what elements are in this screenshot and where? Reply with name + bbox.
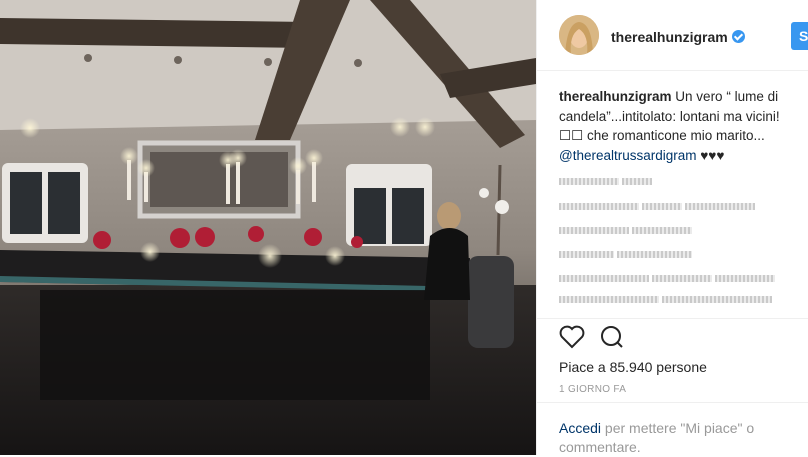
post-sidebar: therealhunzigram S therealhunzigram Un v… bbox=[536, 0, 808, 455]
hearts-emoji: ♥♥♥ bbox=[700, 147, 725, 163]
blurred-comment bbox=[559, 269, 789, 282]
blurred-comment bbox=[559, 221, 789, 234]
blurred-comment bbox=[559, 197, 789, 210]
username-link[interactable]: therealhunzigram bbox=[611, 29, 745, 45]
comment-icon[interactable] bbox=[599, 325, 625, 354]
mention-link[interactable]: @therealtrussardigram bbox=[559, 148, 697, 163]
post-photo[interactable] bbox=[0, 0, 536, 455]
heart-icon[interactable] bbox=[559, 325, 585, 354]
post-header: therealhunzigram S bbox=[537, 0, 808, 71]
blurred-comment bbox=[559, 172, 789, 185]
username-text[interactable]: therealhunzigram bbox=[611, 29, 728, 45]
login-link[interactable]: Accedi bbox=[559, 420, 601, 436]
avatar-image bbox=[559, 15, 599, 55]
blurred-comment bbox=[559, 245, 789, 258]
candlelight-dinner-image bbox=[0, 0, 536, 455]
likes-count[interactable]: Piace a 85.940 persone bbox=[559, 359, 707, 375]
follow-button[interactable]: S bbox=[791, 22, 808, 50]
login-prompt: Accedi per mettere "Mi piace" o commenta… bbox=[537, 402, 808, 455]
verified-badge-icon bbox=[731, 30, 745, 43]
caption: therealhunzigram Un vero “ lume di cande… bbox=[559, 87, 795, 165]
blurred-comment bbox=[559, 290, 789, 303]
post-timestamp: 1 GIORNO FA bbox=[559, 384, 627, 395]
caption-username[interactable]: therealhunzigram bbox=[559, 89, 672, 104]
avatar[interactable] bbox=[559, 15, 599, 55]
